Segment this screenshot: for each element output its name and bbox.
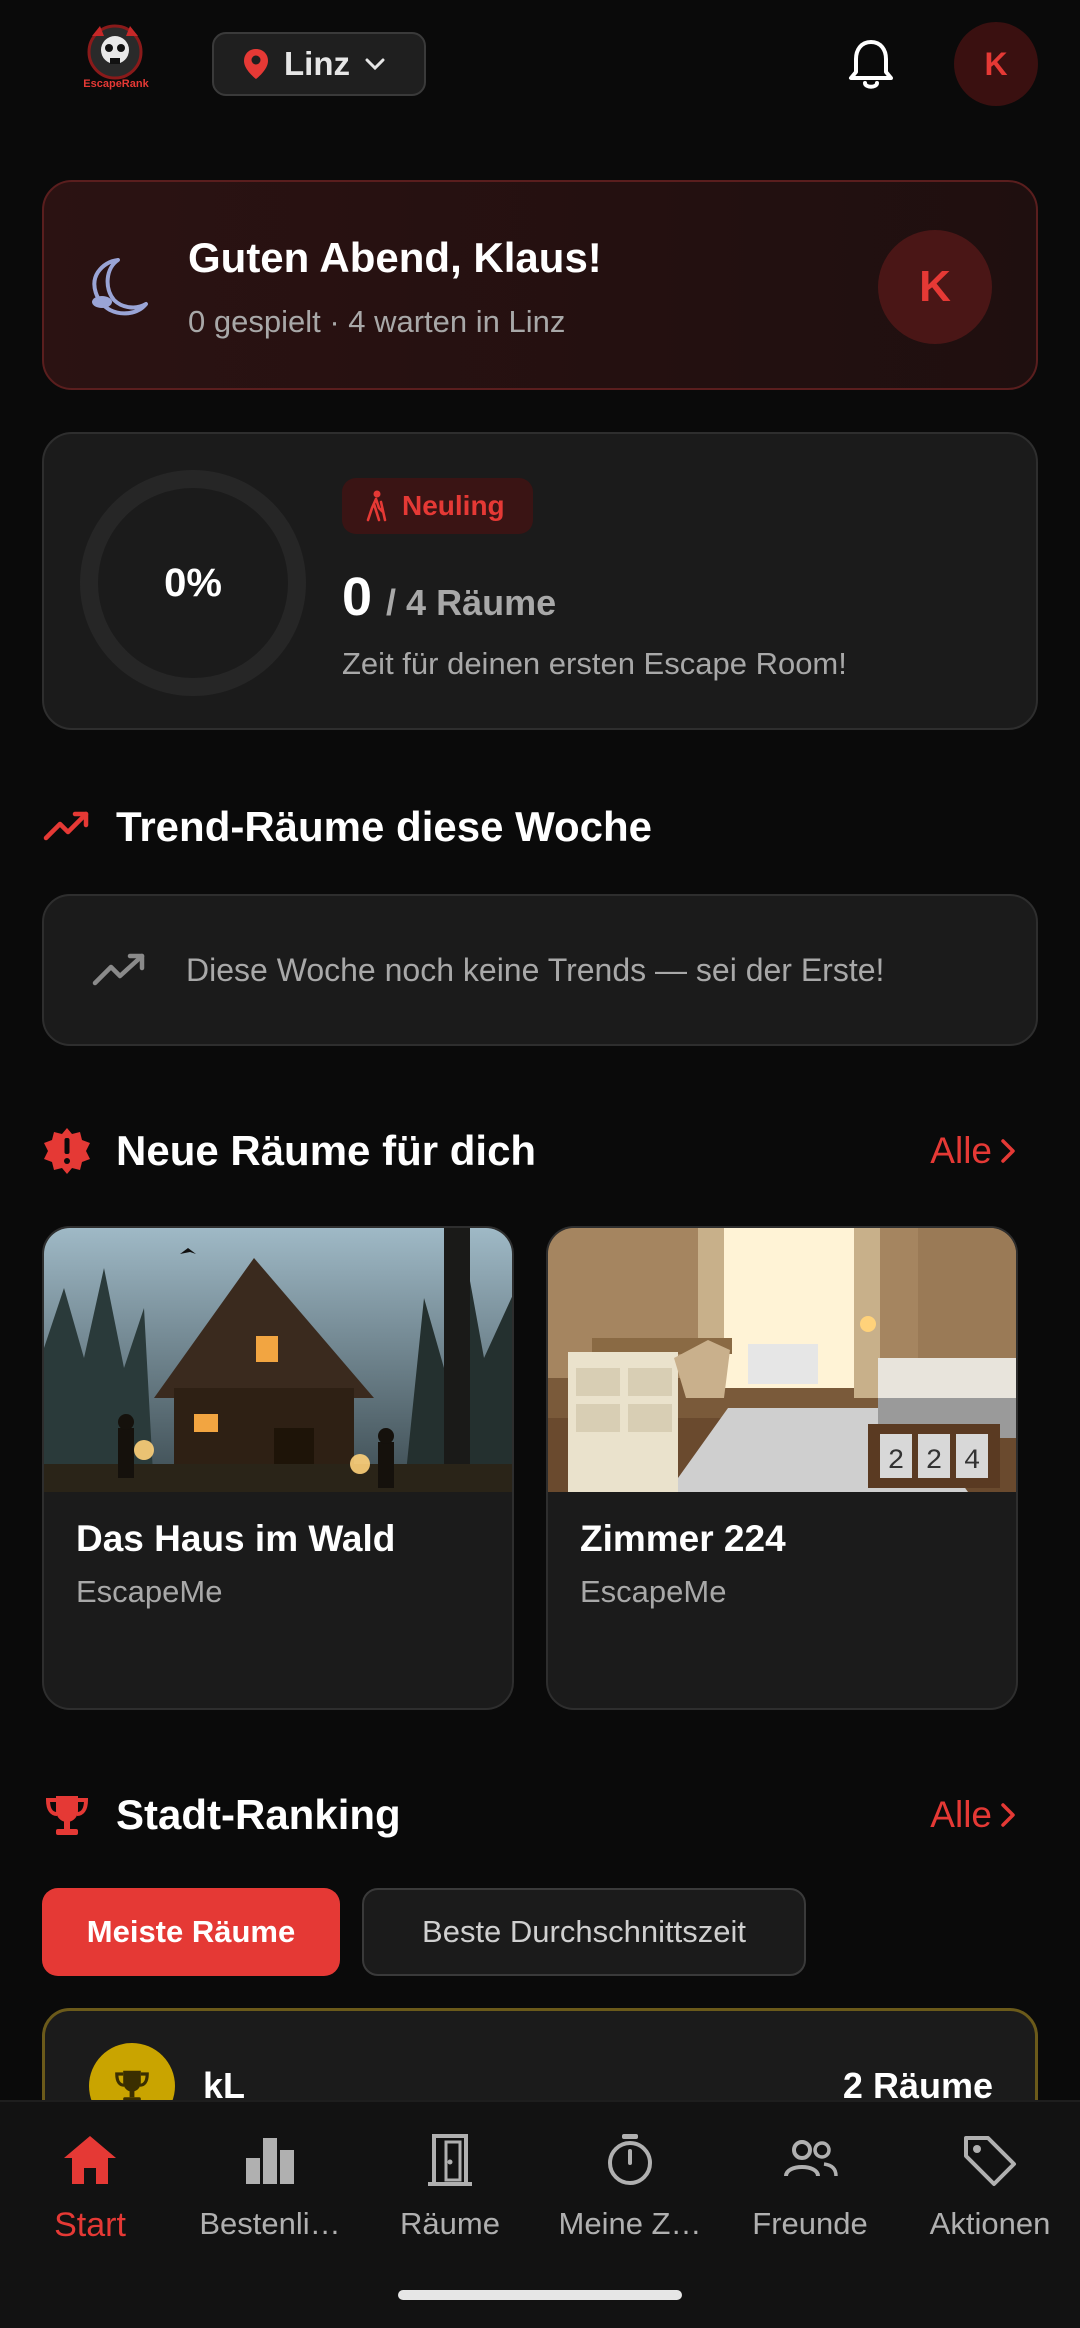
tag-icon <box>964 2136 1016 2186</box>
nav-leaderboard[interactable]: Bestenli… <box>180 2132 360 2242</box>
room-card[interactable]: Das Haus im Wald EscapeMe <box>42 1226 514 1710</box>
new-rooms-all-link[interactable]: Alle <box>930 1130 1016 1172</box>
nav-label: Meine Z… <box>558 2206 702 2241</box>
svg-text:4: 4 <box>964 1446 981 1477</box>
trending-up-icon <box>92 953 145 986</box>
moon-icon <box>92 258 148 316</box>
logo-text: EscapeRank <box>83 78 149 90</box>
new-badge-icon <box>44 1128 90 1174</box>
level-badge-label: Neuling <box>402 490 505 521</box>
chevron-down-icon <box>365 58 385 71</box>
ranking-all-label: Alle <box>930 1794 992 1835</box>
door-icon <box>428 2134 472 2186</box>
trends-header: Trend-Räume diese Woche <box>42 802 652 852</box>
trends-empty-card: Diese Woche noch keine Trends — sei der … <box>42 894 1038 1046</box>
trends-empty-message: Diese Woche noch keine Trends — sei der … <box>186 951 885 988</box>
nav-label: Start <box>54 2206 126 2244</box>
room-provider: EscapeMe <box>76 1574 223 1609</box>
chevron-right-icon <box>1001 1139 1015 1163</box>
ranking-title: Stadt-Ranking <box>116 1791 401 1838</box>
tab-best-average-time[interactable]: Beste Durchschnittszeit <box>362 1888 806 1976</box>
room-card[interactable]: 2 2 4 Zimmer 224 EscapeMe <box>546 1226 1018 1710</box>
home-icon <box>64 2136 116 2184</box>
room-name: Das Haus im Wald <box>76 1518 396 1559</box>
trophy-icon <box>45 1796 89 1835</box>
rooms-total: / 4 Räume <box>386 582 557 623</box>
city-label: Linz <box>284 45 350 82</box>
nav-label: Bestenli… <box>199 2206 341 2241</box>
hiker-icon <box>366 490 387 522</box>
rooms-played: 0 <box>342 567 373 627</box>
bar-chart-icon <box>246 2138 294 2184</box>
greeting-card: Guten Abend, Klaus! 0 gespielt · 4 warte… <box>42 180 1038 390</box>
chevron-right-icon <box>1001 1803 1015 1827</box>
svg-text:2: 2 <box>926 1446 943 1477</box>
svg-text:2: 2 <box>888 1446 905 1477</box>
location-pin-icon <box>244 49 268 79</box>
room-image-hotel-room: 2 2 4 <box>548 1228 1016 1492</box>
greeting-title: Guten Abend, Klaus! <box>188 234 602 281</box>
room-name: Zimmer 224 <box>580 1518 786 1559</box>
progress-card: 0% Neuling 0 / 4 Räume Zeit für deinen e… <box>42 432 1038 730</box>
city-selector[interactable]: Linz <box>212 32 426 96</box>
progress-percent: 0% <box>164 560 222 605</box>
trends-title: Trend-Räume diese Woche <box>116 803 653 850</box>
bell-icon[interactable] <box>846 38 896 92</box>
new-rooms-header: Neue Räume für dich <box>42 1126 536 1176</box>
nav-label: Aktionen <box>929 2206 1051 2241</box>
nav-label: Freunde <box>752 2206 868 2241</box>
level-badge: Neuling <box>342 478 533 534</box>
new-rooms-all-label: Alle <box>930 1130 992 1171</box>
profile-avatar[interactable]: K <box>954 22 1038 106</box>
greeting-subtitle: 0 gespielt · 4 warten in Linz <box>188 304 566 339</box>
nav-rooms[interactable]: Räume <box>360 2132 540 2242</box>
nav-my-times[interactable]: Meine Z… <box>540 2132 720 2242</box>
stopwatch-icon <box>608 2134 652 2185</box>
people-icon <box>784 2140 838 2177</box>
room-provider: EscapeMe <box>580 1574 727 1609</box>
ranking-header: Stadt-Ranking <box>42 1790 401 1840</box>
room-image-forest-house <box>44 1228 512 1492</box>
top-bar: EscapeRank Linz K <box>0 0 1080 130</box>
nav-promotions[interactable]: Aktionen <box>900 2132 1080 2242</box>
greeting-avatar[interactable]: K <box>878 230 992 344</box>
tab-most-rooms[interactable]: Meiste Räume <box>42 1888 340 1976</box>
progress-hint: Zeit für deinen ersten Escape Room! <box>342 646 847 681</box>
new-rooms-title: Neue Räume für dich <box>116 1127 537 1174</box>
ranking-all-link[interactable]: Alle <box>930 1794 1016 1836</box>
rooms-count: 0 / 4 Räume <box>342 566 556 628</box>
home-indicator <box>398 2290 682 2300</box>
nav-label: Räume <box>400 2206 500 2241</box>
nav-friends[interactable]: Freunde <box>720 2132 900 2242</box>
trending-up-icon <box>43 811 89 841</box>
nav-start[interactable]: Start <box>0 2132 180 2245</box>
